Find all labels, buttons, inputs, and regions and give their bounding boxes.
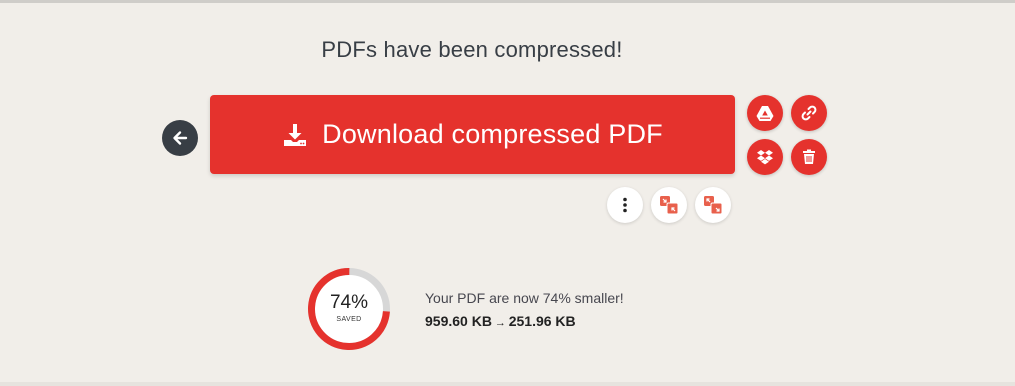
link-icon [800, 104, 818, 122]
back-button[interactable] [162, 120, 198, 156]
split-pdf-button[interactable] [695, 187, 731, 223]
saved-label: SAVED [336, 316, 362, 323]
more-vertical-icon [616, 196, 634, 214]
compress-pdf-icon [658, 194, 680, 216]
compress-again-button[interactable] [651, 187, 687, 223]
copy-link-button[interactable] [791, 95, 827, 131]
dropbox-button[interactable] [747, 139, 783, 175]
download-label: Download compressed PDF [322, 119, 663, 149]
download-icon [282, 122, 308, 148]
bottom-border [0, 382, 1015, 386]
page-title: PDFs have been compressed! [321, 37, 623, 62]
arrow-left-icon [171, 129, 189, 147]
delete-button[interactable] [791, 139, 827, 175]
trash-icon [800, 148, 818, 166]
google-drive-icon [756, 104, 774, 122]
download-button[interactable]: Download compressed PDF [210, 95, 735, 174]
size-arrow: → [494, 317, 506, 329]
saved-percent: 74% [329, 292, 369, 313]
split-pdf-icon [702, 194, 724, 216]
google-drive-button[interactable] [747, 95, 783, 131]
dropbox-icon [756, 148, 774, 166]
compressed-size: 251.96 KB [508, 313, 576, 329]
gauge-label: 74% SAVED [307, 267, 391, 351]
top-border [0, 0, 1015, 3]
size-comparison: 959.60 KB → 251.96 KB [425, 313, 576, 329]
more-options-button[interactable] [607, 187, 643, 223]
original-size: 959.60 KB [425, 313, 492, 329]
result-message: Your PDF are now 74% smaller! [425, 290, 624, 306]
